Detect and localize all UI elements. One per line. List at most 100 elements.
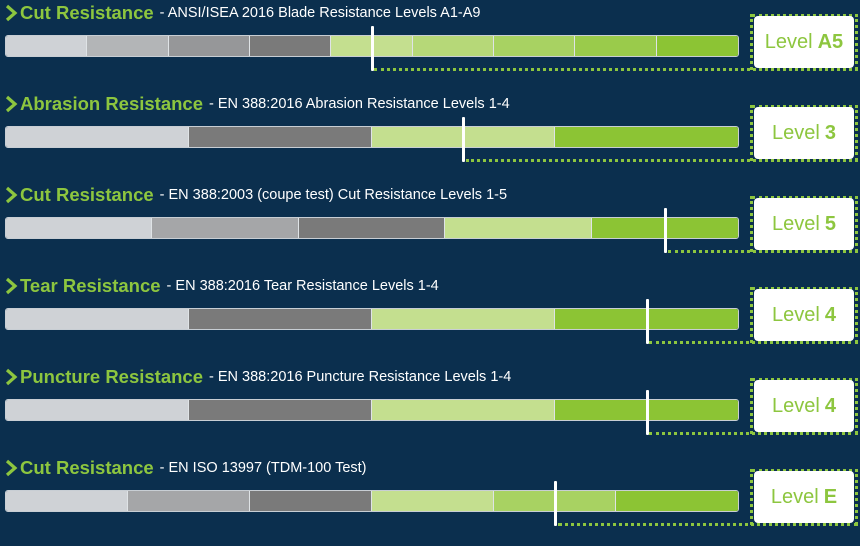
level-badge: Level 4 [754,380,854,432]
level-badge-value: 3 [824,121,836,144]
connector-line [649,341,858,344]
level-segment-A9 [656,36,738,56]
connector-frame [855,105,858,161]
connector-frame-left [750,105,753,161]
level-segment-2 [152,218,299,238]
chevron-right-icon [5,277,18,295]
level-badge-value: 4 [824,394,836,417]
level-segment-1 [6,127,189,147]
level-segment-2 [189,309,372,329]
standard-text: EN 388:2016 Puncture Resistance Levels 1… [217,369,512,385]
standard-label: - EN ISO 13997 (TDM-100 Test) [159,460,367,476]
level-marker [554,481,557,526]
row-title: Tear Resistance - EN 388:2016 Tear Resist… [0,273,439,299]
standard-label: - EN 388:2016 Tear Resistance Levels 1-4 [166,278,439,294]
level-bar [5,308,739,330]
level-segment-A2 [87,36,169,56]
chevron-right-icon [5,4,18,22]
connector-line [465,159,858,162]
resistance-name: Abrasion Resistance [20,93,204,114]
level-segment-3 [372,400,555,420]
level-segment-A4 [249,36,332,56]
connector-frame-left [750,378,753,434]
level-badge: Level E [754,471,854,523]
standard-text: EN 388:2016 Abrasion Resistance Levels 1… [217,96,510,112]
level-segment-B [128,491,250,511]
connector-frame [855,196,858,252]
standard-text: EN 388:2003 (coupe test) Cut Resistance … [168,187,508,203]
row-title: Cut Resistance - ANSI/ISEA 2016 Blade Res… [0,0,480,26]
level-badge: Level A5 [754,16,854,68]
level-badge-prefix: Level [772,394,820,417]
standard-text: EN ISO 13997 (TDM-100 Test) [168,460,367,476]
connector-frame [855,287,858,343]
level-segment-3 [298,218,446,238]
standard-text: ANSI/ISEA 2016 Blade Resistance Levels A… [167,5,481,21]
chevron-right-icon [5,95,18,113]
chevron-right-icon [5,459,18,477]
row-title: Puncture Resistance - EN 388:2016 Punctur… [0,364,511,390]
level-segment-A1 [6,36,88,56]
level-badge-value: 5 [824,212,836,235]
connector-frame [855,469,858,525]
level-badge-value: A5 [817,30,844,53]
level-badge-prefix: Level [772,303,820,326]
resistance-name: Puncture Resistance [20,366,204,387]
level-segment-A3 [168,36,250,56]
level-segment-A7 [493,36,576,56]
connector-line [667,250,858,253]
row-title: Cut Resistance - EN 388:2003 (coupe test)… [0,182,507,208]
chevron-right-icon [5,368,18,386]
standard-label: - EN 388:2003 (coupe test) Cut Resistanc… [159,187,508,203]
level-badge-prefix: Level [770,485,819,508]
resistance-name: Cut Resistance [20,184,154,205]
connector-frame-left [750,14,753,70]
level-segment-D [372,491,494,511]
resistance-name: Cut Resistance [20,457,154,478]
connector-line [374,68,858,71]
level-segment-4 [445,218,592,238]
resistance-row: Puncture Resistance - EN 388:2016 Punctur… [0,364,860,455]
connector-frame [855,14,858,70]
level-badge-prefix: Level [764,30,813,53]
resistance-name: Tear Resistance [20,275,161,296]
connector-line [649,432,858,435]
level-badge: Level 4 [754,289,854,341]
chevron-right-icon [5,186,18,204]
level-bar [5,490,739,512]
resistance-row: Cut Resistance - EN 388:2003 (coupe test)… [0,182,860,273]
resistance-name: Cut Resistance [20,2,154,23]
row-title: Abrasion Resistance - EN 388:2016 Abrasio… [0,91,510,117]
resistance-row: Tear Resistance - EN 388:2016 Tear Resist… [0,273,860,364]
level-badge-prefix: Level [772,121,820,144]
level-badge-value: 4 [824,303,836,326]
connector-frame-left [750,287,753,343]
level-marker [645,390,649,435]
level-bar [5,217,739,239]
level-bar [5,126,739,148]
level-segment-4 [555,127,738,147]
level-segment-2 [189,127,372,147]
level-badge: Level 3 [754,107,854,159]
level-segment-F [616,491,738,511]
level-segment-3 [372,309,555,329]
level-badge: Level 5 [754,198,854,250]
connector-line [557,523,858,526]
level-segment-1 [6,400,189,420]
level-marker [462,117,466,162]
resistance-row: Cut Resistance - ANSI/ISEA 2016 Blade Res… [0,0,860,91]
connector-frame-left [750,469,753,525]
level-marker [370,26,374,71]
resistance-row: Abrasion Resistance - EN 388:2016 Abrasio… [0,91,860,182]
level-badge-value: E [823,485,838,508]
level-segment-A8 [575,36,657,56]
level-badge-prefix: Level [772,212,820,235]
level-segment-1 [6,309,189,329]
connector-frame-left [750,196,753,252]
standard-label: - EN 388:2016 Abrasion Resistance Levels… [209,96,510,112]
level-marker [664,208,668,253]
level-segment-A [6,491,128,511]
standard-text: EN 388:2016 Tear Resistance Levels 1-4 [175,278,439,294]
level-bar [5,399,739,421]
row-title: Cut Resistance - EN ISO 13997 (TDM-100 Te… [0,455,367,481]
